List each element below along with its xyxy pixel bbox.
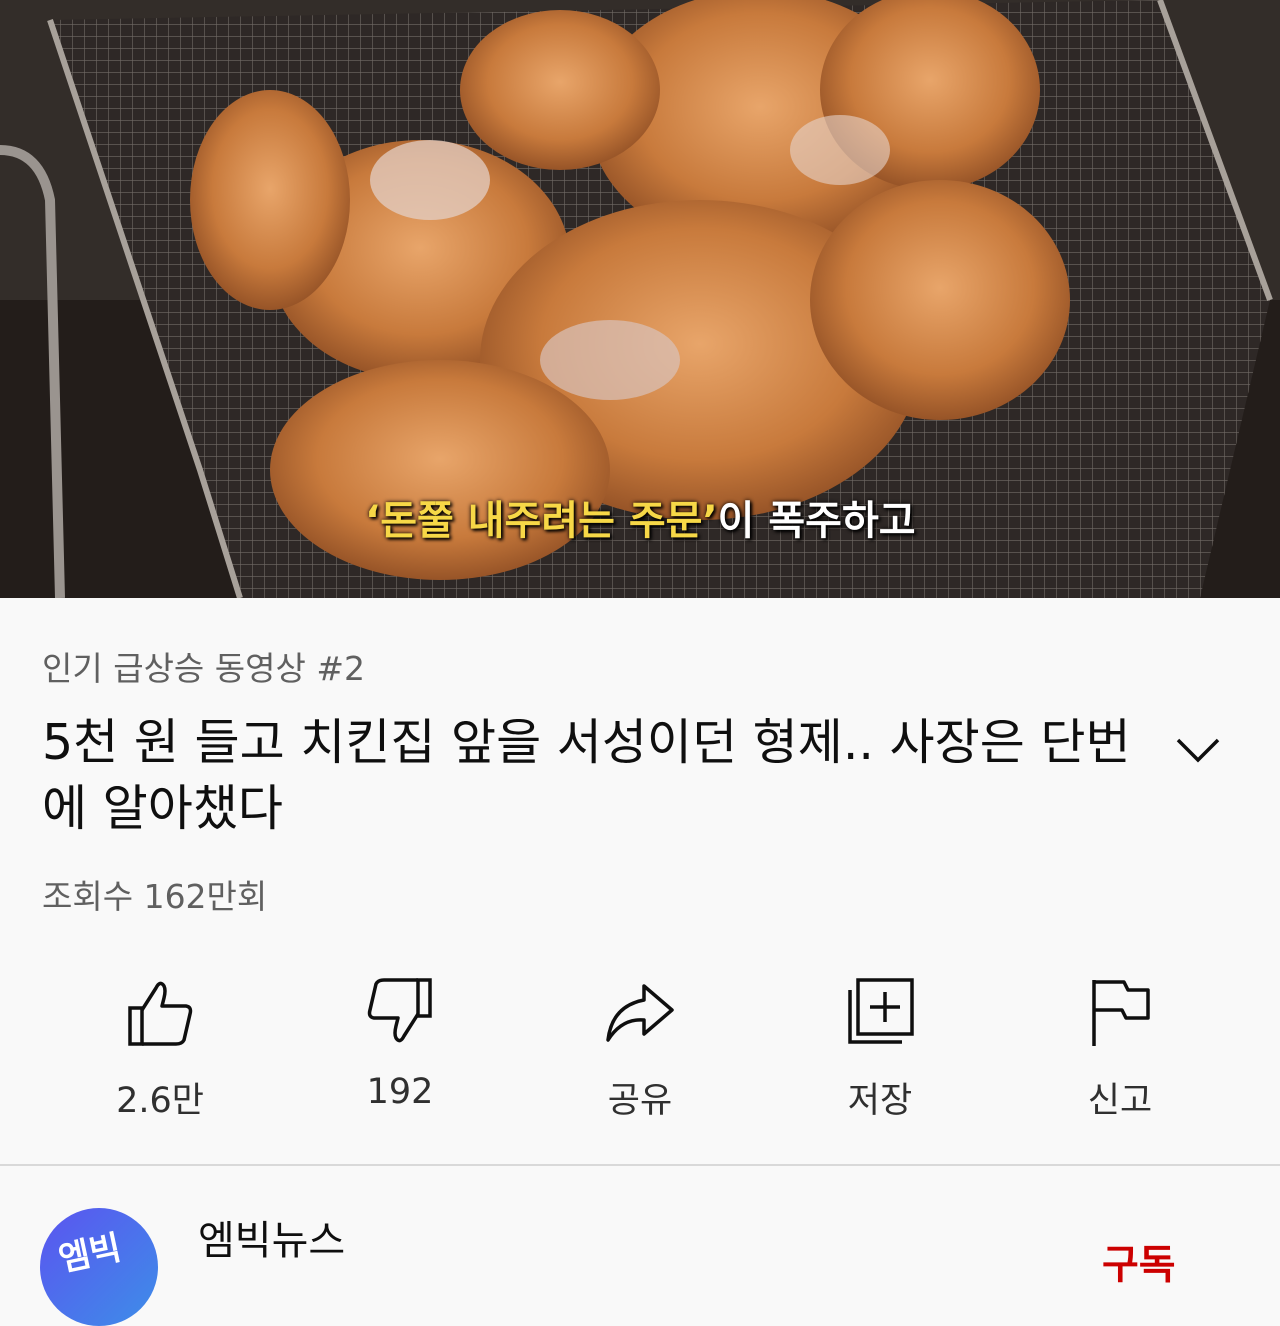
report-button[interactable]: 신고 bbox=[1020, 970, 1220, 1121]
chevron-down-icon bbox=[1176, 738, 1220, 763]
video-title[interactable]: 5천 원 들고 치킨집 앞을 서성이던 형제.. 사장은 단번에 알아챘다 bbox=[42, 710, 1152, 842]
save-label: 저장 bbox=[847, 1081, 913, 1121]
save-button[interactable]: 저장 bbox=[780, 970, 980, 1121]
like-count: 2.6만 bbox=[116, 1081, 204, 1121]
share-label: 공유 bbox=[607, 1081, 673, 1121]
divider bbox=[0, 1164, 1280, 1166]
flag-icon bbox=[1092, 980, 1150, 1046]
thumbs-up-icon bbox=[128, 981, 193, 1046]
channel-name[interactable]: 엠빅뉴스 bbox=[198, 1208, 345, 1266]
view-count: 조회수 162만회 bbox=[42, 877, 268, 916]
video-player[interactable]: ‘돈쭐 내주려는 주문’이 폭주하고 bbox=[0, 0, 1280, 598]
action-bar: 2.6만 192 공유 저장 신고 bbox=[0, 970, 1280, 1130]
video-caption: ‘돈쭐 내주려는 주문’이 폭주하고 bbox=[365, 488, 916, 546]
share-arrow-icon bbox=[606, 984, 674, 1042]
report-label: 신고 bbox=[1087, 1081, 1153, 1121]
like-button[interactable]: 2.6만 bbox=[60, 970, 260, 1121]
caption-text: 이 폭주하고 bbox=[717, 498, 916, 544]
add-to-playlist-icon bbox=[848, 978, 914, 1044]
thumbs-down-icon bbox=[367, 978, 432, 1043]
dislike-count: 192 bbox=[366, 1072, 434, 1112]
expand-description-button[interactable] bbox=[1170, 722, 1226, 778]
channel-avatar-text: 엠빅 bbox=[55, 1227, 125, 1280]
dislike-button[interactable]: 192 bbox=[300, 970, 500, 1120]
subscribe-button[interactable]: 구독 bbox=[1102, 1232, 1176, 1290]
channel-avatar[interactable]: 엠빅 bbox=[40, 1208, 158, 1326]
trending-badge[interactable]: 인기 급상승 동영상 #2 bbox=[42, 642, 365, 690]
share-button[interactable]: 공유 bbox=[540, 970, 740, 1121]
caption-highlight: ‘돈쭐 내주려는 주문’ bbox=[365, 498, 718, 544]
